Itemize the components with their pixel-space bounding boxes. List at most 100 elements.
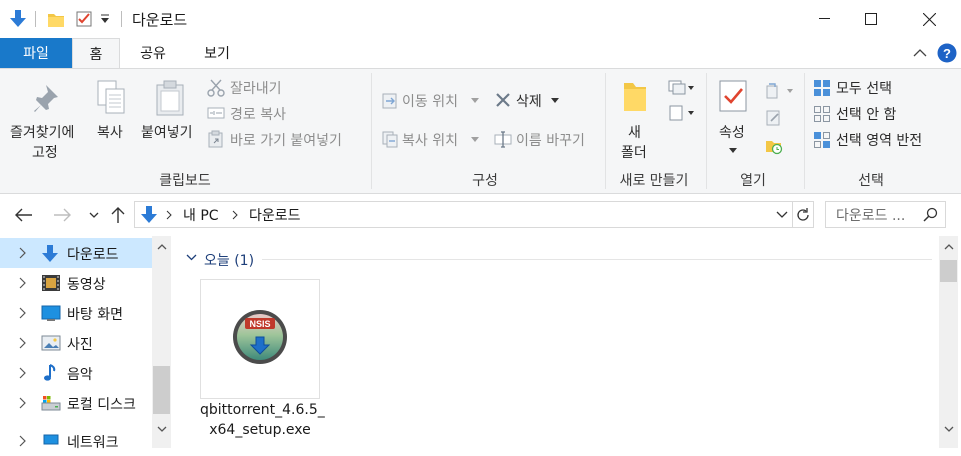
- ribbon: 즐겨찾기에 고정 복사 붙여넣기 잘라내기 경로 복사 바로 가기 붙여넣기 클…: [0, 68, 961, 194]
- ribbon-tabs: 파일 홈 공유 보기 ?: [0, 38, 961, 69]
- music-icon: [41, 364, 61, 382]
- desktop-icon: [41, 304, 61, 322]
- open-group-label: 열기: [740, 173, 766, 189]
- breadcrumb-separator-icon[interactable]: [166, 210, 172, 220]
- address-box[interactable]: 내 PC 다운로드: [134, 201, 814, 228]
- scroll-down-icon[interactable]: [157, 426, 167, 432]
- new-folder-label-2[interactable]: 폴더: [621, 142, 647, 162]
- move-to-button[interactable]: 이동 위치: [402, 91, 458, 111]
- rename-button[interactable]: 이름 바꾸기: [516, 130, 585, 150]
- organize-group-label: 구성: [472, 173, 498, 189]
- copy-to-icon: [381, 130, 399, 148]
- open-icon[interactable]: [765, 82, 795, 100]
- recent-locations-icon[interactable]: [89, 212, 99, 218]
- search-box[interactable]: 다운로드 ...: [825, 201, 946, 228]
- select-none-icon: [813, 105, 831, 123]
- copy-button[interactable]: 복사: [97, 122, 123, 142]
- copy-to-dropdown-icon[interactable]: [471, 137, 479, 142]
- expand-chevron-icon[interactable]: [19, 277, 26, 289]
- nav-item-pictures[interactable]: 사진: [0, 328, 152, 358]
- delete-dropdown-icon[interactable]: [551, 98, 559, 103]
- content-scrollbar[interactable]: [939, 236, 958, 448]
- file-tile[interactable]: NSIS: [200, 279, 320, 399]
- breadcrumb-this-pc[interactable]: 내 PC: [183, 205, 219, 225]
- new-folder-icon: [621, 79, 649, 115]
- group-collapse-icon[interactable]: [186, 254, 197, 261]
- expand-chevron-icon[interactable]: [19, 367, 26, 379]
- select-none-button[interactable]: 선택 안 함: [836, 104, 896, 124]
- search-icon[interactable]: [923, 207, 938, 222]
- tab-home[interactable]: 홈: [72, 38, 120, 69]
- tab-file[interactable]: 파일: [0, 38, 72, 68]
- invert-selection-button[interactable]: 선택 영역 반전: [836, 130, 922, 150]
- customize-toolbar-icon[interactable]: [100, 13, 110, 25]
- nav-label: 동영상: [67, 277, 106, 293]
- window-title: 다운로드: [132, 11, 188, 29]
- folder-quick-icon[interactable]: [47, 10, 65, 28]
- new-folder-label[interactable]: 새: [628, 122, 641, 142]
- downloads-location-icon: [140, 205, 158, 225]
- nav-item-videos[interactable]: 동영상: [0, 268, 152, 298]
- collapse-ribbon-icon[interactable]: [913, 48, 927, 57]
- refresh-icon[interactable]: [795, 207, 811, 223]
- expand-chevron-icon[interactable]: [19, 247, 26, 259]
- breadcrumb-separator-icon[interactable]: [232, 210, 238, 220]
- move-to-icon: [381, 92, 399, 110]
- breadcrumb-downloads[interactable]: 다운로드: [249, 205, 301, 225]
- properties-quick-icon[interactable]: [75, 10, 93, 28]
- nav-item-network[interactable]: 네트워크: [0, 426, 152, 456]
- downloads-quick-icon[interactable]: [9, 9, 27, 29]
- nav-item-downloads[interactable]: 다운로드: [0, 238, 152, 268]
- delete-button[interactable]: 삭제: [516, 91, 542, 111]
- properties-button[interactable]: 속성: [719, 122, 745, 142]
- copy-path-icon: [207, 106, 225, 120]
- maximize-button[interactable]: [848, 0, 894, 38]
- forward-icon[interactable]: [53, 208, 71, 222]
- nav-item-local-disk[interactable]: 로컬 디스크: [0, 388, 152, 418]
- scroll-up-icon[interactable]: [944, 244, 954, 250]
- expand-chevron-icon[interactable]: [19, 337, 26, 349]
- downloads-icon: [41, 244, 61, 262]
- expand-chevron-icon[interactable]: [19, 307, 26, 319]
- move-to-dropdown-icon[interactable]: [471, 98, 479, 103]
- up-icon[interactable]: [111, 206, 125, 224]
- expand-chevron-icon[interactable]: [19, 397, 26, 409]
- paste-shortcut-button[interactable]: 바로 가기 붙여넣기: [230, 130, 342, 150]
- nav-item-music[interactable]: 음악: [0, 358, 152, 388]
- expand-chevron-icon[interactable]: [19, 435, 26, 447]
- help-icon[interactable]: ?: [937, 43, 957, 63]
- copy-path-button[interactable]: 경로 복사: [230, 104, 286, 124]
- content-scroll-thumb[interactable]: [940, 260, 957, 282]
- cut-icon: [207, 79, 225, 97]
- group-header[interactable]: 오늘 (1): [204, 250, 254, 270]
- file-name-line-1[interactable]: qbittorrent_4.6.5_: [200, 402, 325, 418]
- pictures-icon: [41, 334, 61, 352]
- edit-icon[interactable]: [765, 109, 783, 127]
- file-name-line-2[interactable]: x64_setup.exe: [200, 422, 320, 438]
- address-dropdown-icon[interactable]: [776, 211, 788, 218]
- rename-icon: [494, 130, 512, 148]
- pin-label[interactable]: 즐겨찾기에: [10, 122, 74, 142]
- properties-dropdown-icon[interactable]: [729, 148, 737, 153]
- history-icon[interactable]: [765, 137, 783, 155]
- nav-scrollbar[interactable]: [152, 236, 171, 448]
- scroll-down-icon[interactable]: [944, 426, 954, 432]
- cut-button[interactable]: 잘라내기: [230, 78, 282, 98]
- select-all-button[interactable]: 모두 선택: [836, 78, 892, 98]
- new-item-icon[interactable]: [667, 79, 695, 97]
- easy-access-icon[interactable]: [667, 104, 695, 122]
- minimize-button[interactable]: [802, 0, 848, 38]
- nsis-logo-text: NSIS: [249, 319, 270, 329]
- copy-to-button[interactable]: 복사 위치: [402, 130, 458, 150]
- nav-item-desktop[interactable]: 바탕 화면: [0, 298, 152, 328]
- scroll-up-icon[interactable]: [157, 244, 167, 250]
- back-icon[interactable]: [15, 208, 33, 222]
- title-bar: 다운로드: [0, 0, 961, 38]
- tab-view[interactable]: 보기: [188, 38, 246, 68]
- tab-share[interactable]: 공유: [124, 38, 182, 68]
- nav-scroll-thumb[interactable]: [153, 366, 170, 414]
- pin-label-2[interactable]: 고정: [32, 142, 58, 162]
- close-button[interactable]: [906, 0, 952, 38]
- file-list: 오늘 (1) NSIS qbittorrent_4.6.5_ x64_setup…: [172, 236, 961, 448]
- paste-button[interactable]: 붙여넣기: [141, 122, 193, 142]
